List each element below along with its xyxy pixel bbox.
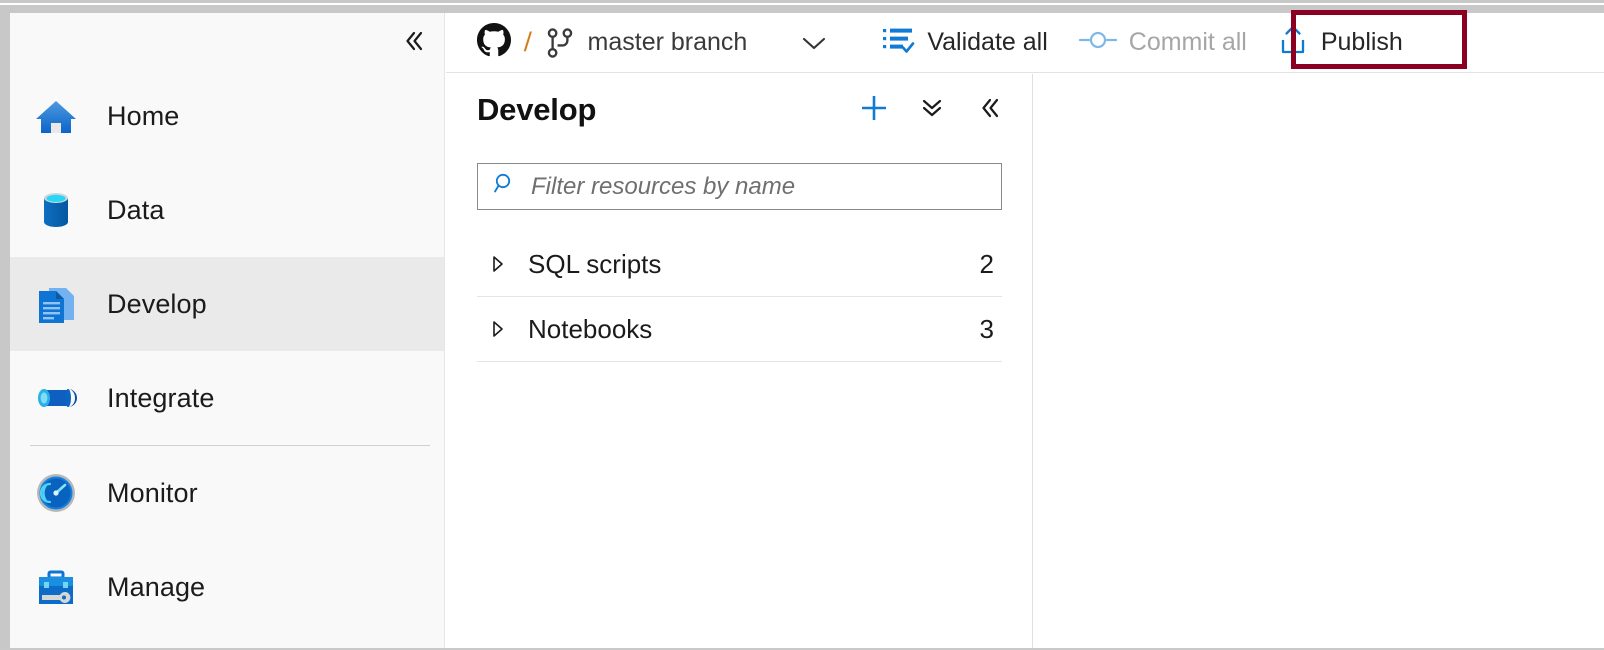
sidebar-item-label: Monitor xyxy=(107,477,198,508)
synapse-studio-window: Home Data Develop Integrate Monitor Mana… xyxy=(0,0,1604,650)
sidebar-item-label: Data xyxy=(107,194,165,225)
tree-item-count: 2 xyxy=(979,248,994,279)
tree-row[interactable]: Notebooks 3 xyxy=(477,297,1002,362)
top-toolbar: / master branch Validate all Commit all … xyxy=(446,10,1604,73)
branch-name-label: master branch xyxy=(587,28,748,56)
chevron-double-left-icon xyxy=(400,27,428,60)
publish-upload-icon xyxy=(1277,23,1309,62)
pipeline-icon xyxy=(32,374,80,422)
document-icon xyxy=(32,280,80,328)
tree-row[interactable]: SQL scripts 2 xyxy=(477,232,1002,297)
tree-item-count: 3 xyxy=(979,313,994,344)
sidebar-item-label: Home xyxy=(107,100,180,131)
commit-all-label: Commit all xyxy=(1128,28,1247,56)
sidebar-item-monitor[interactable]: Monitor xyxy=(10,446,444,540)
sidebar-item-label: Manage xyxy=(107,571,206,602)
sidebar-item-data[interactable]: Data xyxy=(10,163,444,257)
page-title: Develop xyxy=(477,92,597,127)
develop-panel: Develop Filter resources by name SQL scr… xyxy=(446,74,1033,648)
commit-all-button[interactable]: Commit all xyxy=(1078,13,1247,73)
branch-selector[interactable]: master branch xyxy=(545,13,830,73)
gauge-icon xyxy=(32,469,80,517)
resource-tree: SQL scripts 2 Notebooks 3 xyxy=(477,232,1002,362)
window-frame-left xyxy=(0,13,10,650)
github-repo-button[interactable]: / xyxy=(477,13,545,73)
search-icon xyxy=(492,171,518,202)
add-new-resource-button[interactable] xyxy=(858,94,890,126)
chevron-down-icon[interactable] xyxy=(799,32,829,54)
github-icon xyxy=(477,23,511,62)
filter-input-wrapper[interactable]: Filter resources by name xyxy=(477,163,1002,210)
breadcrumb-separator: / xyxy=(523,27,533,57)
commit-icon xyxy=(1078,27,1118,58)
collapse-panel-button[interactable] xyxy=(974,94,1006,126)
plus-icon xyxy=(858,92,890,129)
chevron-double-left-icon xyxy=(976,94,1004,127)
collapse-all-button[interactable] xyxy=(916,94,948,126)
triangle-right-icon[interactable] xyxy=(487,254,509,274)
validate-all-icon xyxy=(881,24,915,61)
sidebar-item-manage[interactable]: Manage xyxy=(10,540,444,634)
sidebar-item-develop[interactable]: Develop xyxy=(10,257,444,351)
toolbox-icon xyxy=(32,563,80,611)
triangle-right-icon[interactable] xyxy=(487,319,509,339)
filter-input[interactable]: Filter resources by name xyxy=(531,173,795,201)
publish-label: Publish xyxy=(1320,28,1403,56)
sidebar-item-integrate[interactable]: Integrate xyxy=(10,351,444,445)
publish-button[interactable]: Publish xyxy=(1277,13,1403,73)
validate-all-button[interactable]: Validate all xyxy=(881,13,1048,73)
tree-item-label: Notebooks xyxy=(528,313,653,344)
validate-all-label: Validate all xyxy=(927,28,1048,56)
develop-panel-actions xyxy=(858,74,1006,146)
sidebar-collapse-button[interactable] xyxy=(392,23,436,63)
left-navigation-sidebar: Home Data Develop Integrate Monitor Mana… xyxy=(10,13,445,648)
sidebar-item-label: Develop xyxy=(107,288,207,319)
database-icon xyxy=(32,186,80,234)
tree-item-label: SQL scripts xyxy=(528,248,662,279)
chevron-double-down-icon xyxy=(918,94,946,127)
sidebar-item-label: Integrate xyxy=(107,382,215,413)
develop-panel-header: Develop xyxy=(446,74,1032,146)
home-icon xyxy=(32,92,80,140)
main-content-canvas xyxy=(1034,74,1604,648)
sidebar-nav-list: Home Data Develop Integrate Monitor Mana… xyxy=(10,69,444,634)
git-branch-icon xyxy=(545,27,575,59)
sidebar-item-home[interactable]: Home xyxy=(10,69,444,163)
